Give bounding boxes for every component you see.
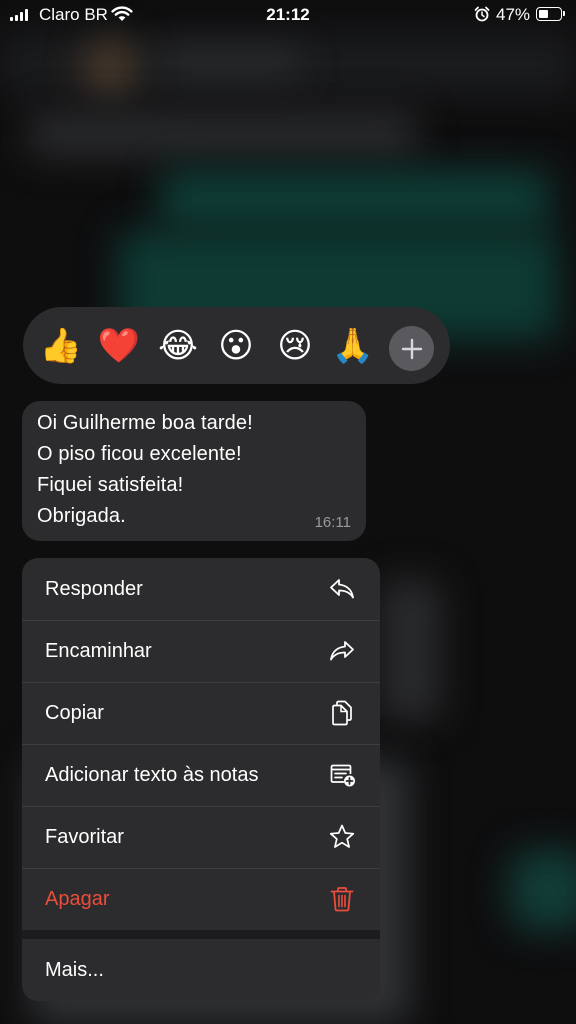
message-line: Oi Guilherme boa tarde! xyxy=(37,412,253,434)
menu-item-delete[interactable]: Apagar xyxy=(22,868,380,930)
menu-item-label: Encaminhar xyxy=(45,639,152,662)
message-line: O piso ficou excelente! xyxy=(37,443,242,465)
menu-item-label: Favoritar xyxy=(45,825,124,848)
menu-item-forward[interactable]: Encaminhar xyxy=(22,620,380,682)
message-context-menu: Responder Encaminhar Copiar Adicionar te… xyxy=(22,558,380,1001)
reaction-laughing[interactable]: 😂 xyxy=(157,325,199,367)
menu-separator xyxy=(22,930,380,939)
trash-icon xyxy=(330,887,354,912)
reaction-pray[interactable]: 🙏 xyxy=(332,325,374,367)
plus-icon xyxy=(401,338,422,359)
alarm-icon xyxy=(474,6,490,22)
reaction-heart[interactable]: ❤️ xyxy=(98,325,140,367)
status-bar: Claro BR 21:12 47% xyxy=(0,0,576,32)
message-bubble: Oi Guilherme boa tarde! O piso ficou exc… xyxy=(22,401,366,541)
forward-icon xyxy=(330,641,354,661)
copy-icon xyxy=(332,700,352,726)
menu-item-label: Copiar xyxy=(45,701,104,724)
star-icon xyxy=(329,824,355,848)
more-reactions-button[interactable] xyxy=(389,326,434,371)
menu-item-copy[interactable]: Copiar xyxy=(22,682,380,744)
menu-item-reply[interactable]: Responder xyxy=(22,558,380,620)
battery-icon xyxy=(536,7,565,21)
message-line: Obrigada. xyxy=(37,505,126,527)
message-timestamp: 16:11 xyxy=(314,514,351,531)
menu-item-favorite[interactable]: Favoritar xyxy=(22,806,380,868)
reply-icon xyxy=(330,579,354,599)
reaction-crying[interactable]: 😢 xyxy=(274,325,316,367)
reaction-thumbs-up[interactable]: 👍 xyxy=(40,325,82,367)
reaction-surprised[interactable]: 😮 xyxy=(215,325,257,367)
menu-item-label: Mais... xyxy=(45,958,104,981)
menu-item-label: Adicionar texto às notas xyxy=(45,763,259,786)
message-line: Fiquei satisfeita! xyxy=(37,474,184,496)
menu-item-more[interactable]: Mais... xyxy=(22,939,380,1001)
battery-percent: 47% xyxy=(496,5,531,24)
menu-item-label: Responder xyxy=(45,577,143,600)
add-note-icon xyxy=(330,764,355,787)
menu-item-label: Apagar xyxy=(45,887,110,910)
menu-item-add-to-notes[interactable]: Adicionar texto às notas xyxy=(22,744,380,806)
